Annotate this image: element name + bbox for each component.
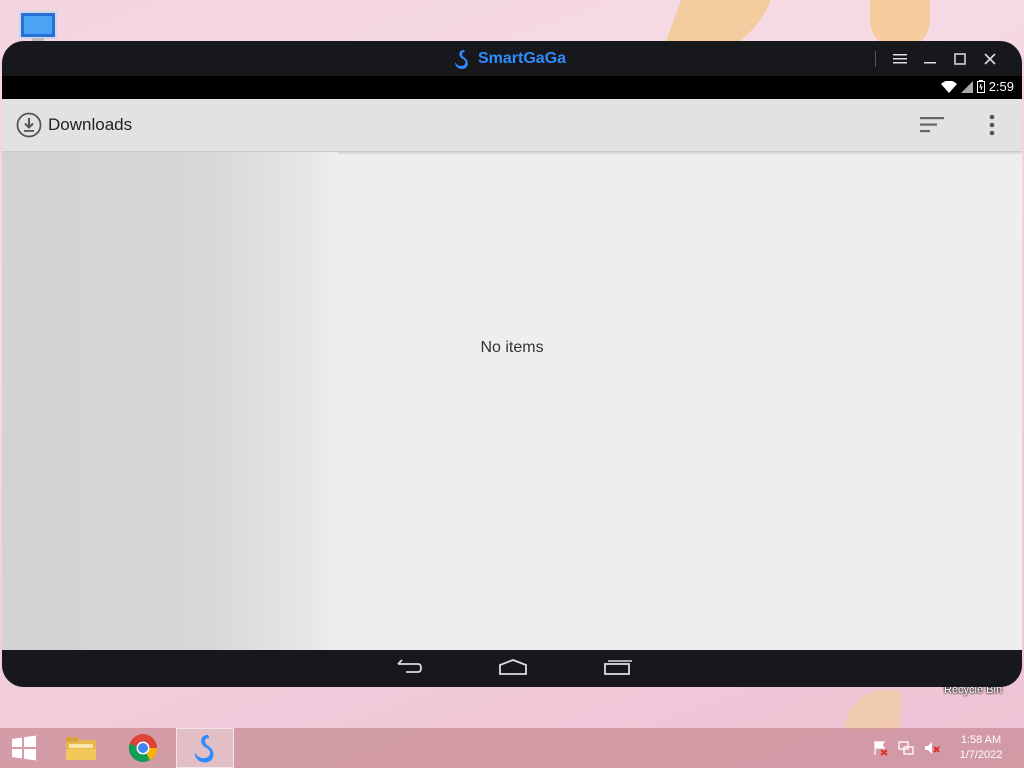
swan-logo-icon [455, 50, 468, 69]
recent-apps-icon[interactable] [602, 658, 632, 678]
taskbar-smartgaga[interactable] [176, 728, 234, 768]
close-button[interactable] [978, 47, 1002, 71]
android-screen: Downloads No items [2, 99, 1022, 650]
action-bar: Downloads [2, 99, 1022, 152]
taskbar-chrome[interactable] [114, 728, 172, 768]
sort-icon[interactable] [919, 115, 945, 135]
brand-name: SmartGaGa [478, 50, 567, 67]
android-status-bar: 2:59 [2, 76, 1022, 99]
system-tray [872, 740, 940, 756]
maximize-button[interactable] [948, 47, 972, 71]
download-icon [16, 112, 42, 138]
emulator-window: SmartGaGa 2:59 Downloads No items [2, 41, 1022, 687]
status-time: 2:59 [988, 79, 1014, 94]
home-icon[interactable] [498, 658, 528, 678]
wifi-icon [940, 80, 957, 93]
clock-date: 1/7/2022 [959, 749, 1003, 761]
battery-icon [976, 80, 985, 93]
menu-button[interactable] [888, 47, 912, 71]
clock-time: 1:58 AM [960, 734, 1002, 746]
brand-logo: SmartGaGa [452, 48, 566, 70]
windows-logo-icon [12, 735, 36, 761]
action-center-flag-icon[interactable] [872, 740, 888, 756]
taskbar: 1:58 AM 1/7/2022 [0, 728, 1024, 768]
taskbar-file-explorer[interactable] [52, 728, 110, 768]
maximize-icon [954, 53, 966, 65]
back-icon[interactable] [394, 658, 424, 678]
titlebar-separator [875, 51, 876, 67]
signal-icon [960, 80, 973, 93]
drawer-area [2, 152, 338, 650]
android-nav-bar [2, 650, 1022, 687]
empty-state-message: No items [480, 339, 544, 356]
app-title: Downloads [48, 115, 133, 134]
more-options-icon[interactable] [986, 113, 998, 137]
start-button[interactable] [0, 728, 48, 768]
window-titlebar[interactable]: SmartGaGa [2, 41, 1022, 76]
wallpaper-petal [845, 690, 900, 730]
taskbar-clock[interactable]: 1:58 AM 1/7/2022 [948, 733, 1014, 763]
chrome-icon [128, 734, 157, 762]
network-icon[interactable] [898, 740, 914, 756]
folder-icon [66, 737, 96, 760]
close-icon [984, 53, 996, 65]
minimize-button[interactable] [918, 47, 942, 71]
hamburger-icon [893, 54, 907, 64]
volume-muted-icon[interactable] [924, 740, 940, 756]
swan-logo-icon [194, 734, 214, 763]
minimize-icon [924, 62, 936, 64]
